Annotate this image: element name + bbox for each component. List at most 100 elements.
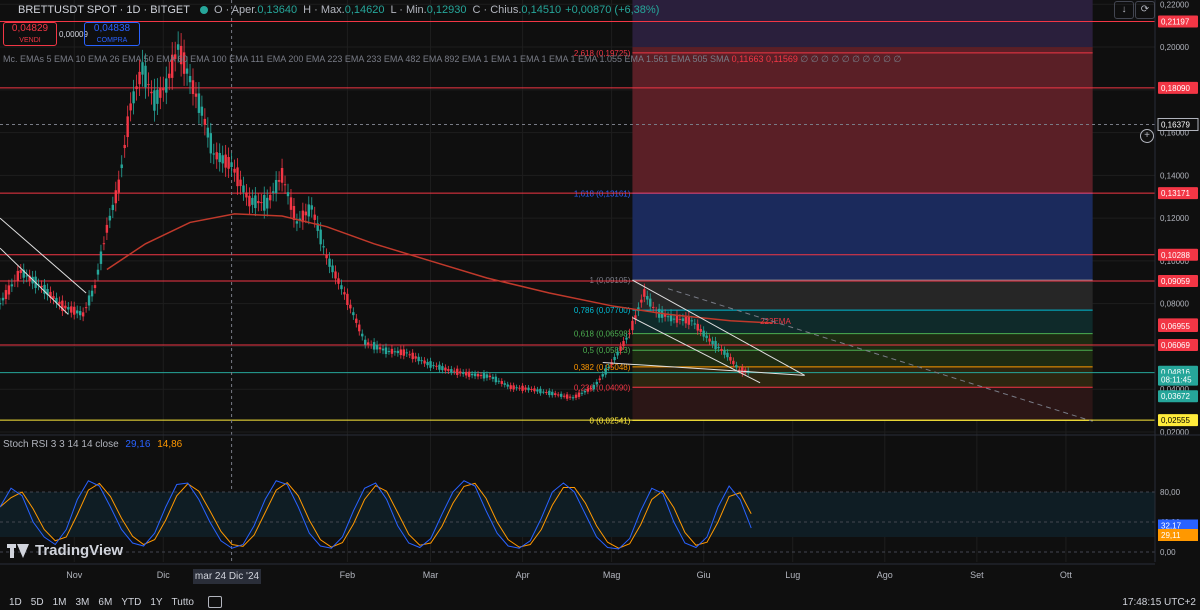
candle-body [640, 299, 643, 303]
candle-body [358, 324, 361, 332]
candle-body [203, 118, 207, 125]
low-label: L · Min. [390, 4, 427, 16]
time-tick: Apr [516, 570, 530, 580]
timeframe-5d[interactable]: 5D [31, 597, 44, 608]
candle-body [366, 342, 370, 345]
open-label: O · Aper. [213, 4, 258, 16]
candle-body [25, 275, 28, 277]
stoch-rsi-tick: 80,00 [1160, 488, 1181, 497]
candle-body [580, 392, 584, 394]
candle-body [369, 344, 373, 346]
candle-body [271, 191, 275, 193]
refresh-icon[interactable]: ⟳ [1135, 1, 1155, 19]
candle-body [598, 378, 601, 381]
candle-body [678, 318, 682, 320]
fib-zone-red [632, 47, 1093, 194]
candle-body [248, 195, 251, 207]
candle-body [681, 318, 685, 322]
ema-list: EMAs 5 EMA 10 EMA 26 EMA 50 EMA 60 EMA 1… [20, 54, 730, 64]
candle-body [132, 91, 135, 104]
buy-button[interactable]: 0,04838 COMPRA [84, 22, 140, 46]
candle-body [7, 285, 11, 295]
candle-body [524, 387, 527, 390]
candle-body [500, 381, 503, 384]
buy-price: 0,04838 [93, 23, 131, 34]
time-tick: Lug [785, 570, 800, 580]
fib-zone-yellow [632, 366, 1093, 388]
candle-body [331, 265, 334, 273]
candle-body [325, 255, 328, 259]
candle-body [4, 290, 8, 299]
chart-root: 2,618 (0,19725) 1,618 (0,13161) 1 (0,09105… [0, 0, 1200, 610]
candle-body [307, 204, 310, 217]
candle-body [482, 373, 486, 379]
add-alert-icon[interactable]: + [1140, 129, 1154, 143]
timeframe-6m[interactable]: 6M [98, 597, 112, 608]
candle-body [117, 179, 120, 193]
symbol-title[interactable]: BRETTUSDT SPOT · 1D · BITGET [18, 4, 190, 16]
candle-body [456, 368, 459, 375]
candle-body [102, 243, 106, 245]
candle-body [150, 91, 153, 94]
candle-body [521, 385, 524, 391]
candle-body [334, 271, 337, 279]
open-value: 0,13640 [257, 4, 298, 16]
candle-body [687, 316, 691, 325]
indicator-short: Mc. [3, 54, 18, 64]
candle-body [536, 389, 539, 392]
candle-body [268, 194, 272, 201]
candle-body [696, 323, 699, 331]
download-icon[interactable]: ↓ [1114, 1, 1134, 19]
candle-body [619, 346, 622, 351]
candle-body [711, 340, 714, 345]
candle-body [438, 364, 441, 370]
timeframe-all[interactable]: Tutto [172, 597, 194, 608]
candle-body [666, 316, 670, 318]
candle-body [99, 251, 103, 264]
candle-body [381, 348, 385, 351]
candle-body [129, 103, 132, 111]
ema-legend[interactable]: Mc. EMAs 5 EMA 10 EMA 26 EMA 50 EMA 60 E… [3, 54, 901, 65]
candle-body [738, 369, 741, 371]
candle-body [165, 78, 168, 93]
ema-tail: ∅ ∅ ∅ ∅ ∅ ∅ ∅ ∅ ∅ ∅ [800, 54, 902, 64]
current-price-text: 0,16379 [1161, 120, 1190, 129]
timeframe-1m[interactable]: 1M [53, 597, 67, 608]
candle-body [13, 280, 17, 282]
candle-body [417, 356, 420, 362]
candle-body [233, 168, 236, 173]
candle-body [396, 350, 400, 354]
timeframe-ytd[interactable]: YTD [121, 597, 141, 608]
stoch-rsi-legend[interactable]: Stoch RSI 3 3 14 14 close 29,16 14,86 [3, 439, 182, 450]
candle-body [93, 285, 97, 289]
candle-body [732, 360, 735, 365]
price-chart[interactable]: 2,618 (0,19725)1,618 (0,13161)1 (0,09105… [0, 0, 1200, 610]
candle-body [604, 368, 607, 375]
candle-body [450, 369, 453, 373]
high-label: H · Max. [303, 4, 345, 16]
timeframe-1y[interactable]: 1Y [150, 597, 162, 608]
stoch-rsi-name: Stoch RSI 3 3 14 14 close [3, 439, 119, 450]
candle-body [274, 179, 278, 194]
candle-body [562, 395, 566, 397]
level-badge-text: 0,10288 [1161, 251, 1190, 260]
timeframe-3m[interactable]: 3M [76, 597, 90, 608]
candle-body [479, 375, 483, 377]
tradingview-logo-icon [7, 543, 29, 558]
candle-body [571, 397, 575, 399]
candle-body [352, 312, 355, 316]
candle-body [616, 351, 619, 356]
calendar-icon[interactable] [207, 596, 222, 608]
candle-body [81, 312, 85, 317]
candle-body [286, 192, 290, 197]
candle-body [387, 351, 391, 353]
price-badge-text: 0,02555 [1161, 416, 1190, 425]
logo-text: TradingView [35, 542, 124, 559]
candle-body [643, 289, 646, 297]
candle-body [90, 290, 94, 297]
candle-body [221, 155, 224, 164]
sell-button[interactable]: 0,04829 VENDI [3, 22, 57, 46]
candle-body [399, 349, 403, 356]
time-tick: Dic [157, 570, 170, 580]
timeframe-1d[interactable]: 1D [9, 597, 22, 608]
